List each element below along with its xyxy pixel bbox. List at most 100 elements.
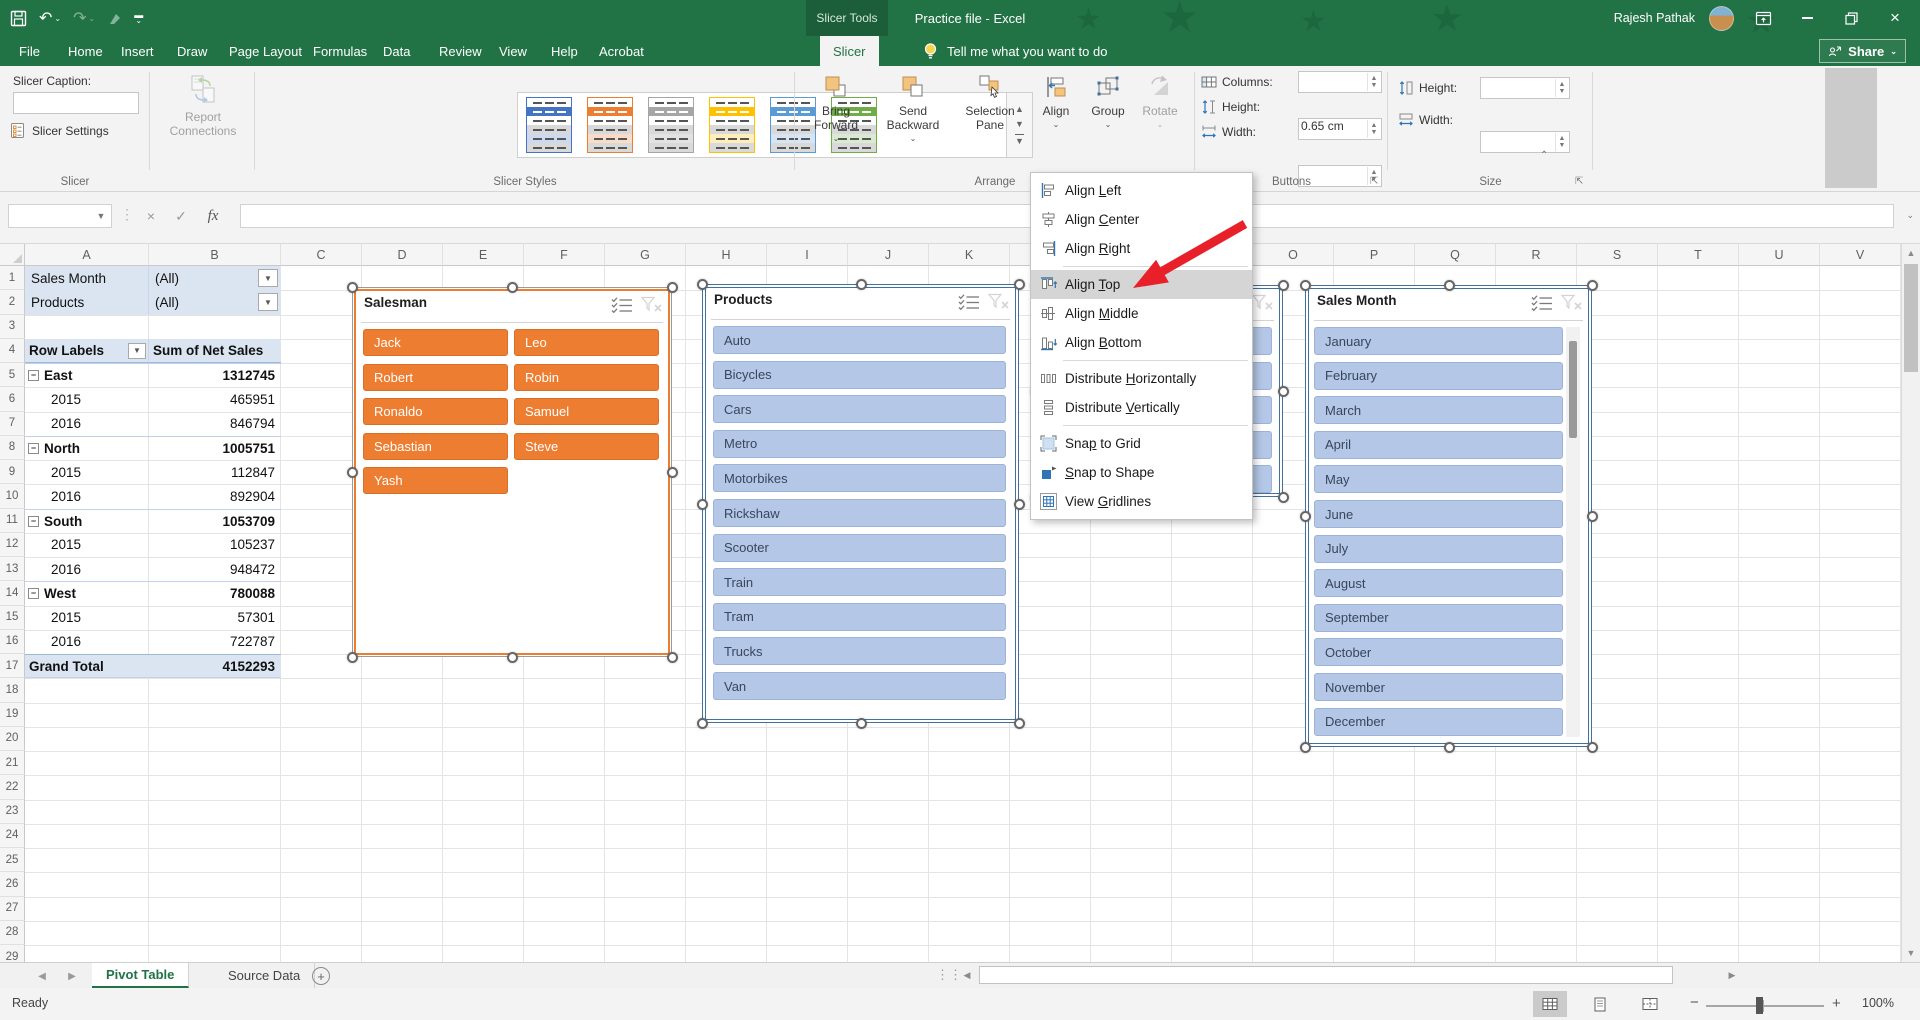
row-header-13[interactable]: 13 (0, 557, 25, 582)
selection-handle[interactable] (507, 652, 518, 663)
slicer-item-motorbikes[interactable]: Motorbikes (713, 464, 1006, 493)
pivot-row-value[interactable]: 780088 (149, 581, 281, 605)
multi-select-icon[interactable] (958, 293, 980, 316)
row-header-24[interactable]: 24 (0, 823, 25, 848)
tab-review[interactable]: Review (426, 36, 495, 66)
slicer-item-auto[interactable]: Auto (713, 326, 1006, 354)
menu-item-distribute-vertically[interactable]: Distribute Vertically (1031, 393, 1252, 422)
column-header-T[interactable]: T (1658, 244, 1739, 266)
selection-handle[interactable] (1300, 280, 1311, 291)
scroll-right-icon[interactable]: ▶ (1722, 965, 1742, 986)
selection-handle[interactable] (697, 718, 708, 729)
slicer-style-blue[interactable] (526, 97, 572, 153)
column-header-G[interactable]: G (605, 244, 686, 266)
selection-handle[interactable] (1278, 492, 1289, 503)
slicer-style-gray[interactable] (648, 97, 694, 153)
row-header-22[interactable]: 22 (0, 775, 25, 800)
pivot-row-label[interactable]: 2015 (25, 533, 149, 557)
row-header-11[interactable]: 11 (0, 508, 25, 533)
clear-filter-icon[interactable] (1251, 294, 1274, 316)
slicer-item-robert[interactable]: Robert (363, 363, 508, 391)
tab-view[interactable]: View (486, 36, 540, 66)
slicer-scroll-thumb[interactable] (1569, 341, 1577, 438)
slicer-salesman[interactable]: Salesman Jack Leo Robert Robin Ronaldo Samuel S… (347, 282, 678, 663)
selection-handle[interactable] (1300, 742, 1311, 753)
selection-handle[interactable] (697, 498, 708, 510)
collapse-ribbon-icon[interactable]: ⌃ (1540, 150, 1548, 161)
collapse-icon[interactable]: − (28, 370, 39, 382)
slicer-item-cars[interactable]: Cars (713, 395, 1006, 424)
slicer-item-robin[interactable]: Robin (514, 363, 659, 391)
row-header-1[interactable]: 1 (0, 266, 25, 291)
tab-formulas[interactable]: Formulas (300, 36, 380, 66)
multi-select-icon[interactable] (611, 296, 633, 319)
menu-item-align-bottom[interactable]: Align Bottom (1031, 328, 1252, 357)
zoom-slider-track[interactable] (1706, 1005, 1824, 1007)
slicer-item-tram[interactable]: Tram (713, 602, 1006, 631)
menu-item-align-center[interactable]: Align Center (1031, 205, 1252, 234)
row-header-14[interactable]: 14 (0, 581, 25, 606)
menu-item-align-middle[interactable]: Align Middle (1031, 299, 1252, 328)
row-header-15[interactable]: 15 (0, 605, 25, 630)
slicer-products[interactable]: Products Auto Bicycles Cars Metro Motorbikes R… (697, 279, 1025, 729)
row-header-12[interactable]: 12 (0, 532, 25, 557)
pivot-row-label[interactable]: 2016 (25, 557, 149, 581)
row-header-10[interactable]: 10 (0, 484, 25, 509)
row-header-19[interactable]: 19 (0, 702, 25, 727)
columns-input[interactable]: ▲ ▼ (1298, 71, 1382, 93)
close-button[interactable]: × (1880, 0, 1910, 36)
slicer-item-february[interactable]: February (1314, 361, 1563, 390)
pivot-row-value[interactable]: 105237 (149, 533, 281, 557)
pivot-values-header[interactable]: Sum of Net Sales (149, 338, 281, 363)
name-box-dropdown-icon[interactable]: ▼ (93, 207, 109, 225)
sheet-tab-source-data[interactable]: Source Data (214, 963, 316, 988)
normal-view-icon[interactable] (1533, 991, 1567, 1017)
pivot-row-label[interactable]: 2015 (25, 460, 149, 484)
page-break-view-icon[interactable] (1633, 991, 1667, 1017)
send-backward-button[interactable]: Send Backward ⌄ (875, 74, 951, 146)
column-header-R[interactable]: R (1496, 244, 1577, 266)
slicer-item-leo[interactable]: Leo (514, 329, 659, 356)
selection-handle[interactable] (1278, 386, 1289, 397)
row-header-25[interactable]: 25 (0, 848, 25, 873)
selection-handle[interactable] (1587, 280, 1598, 291)
collapse-icon[interactable]: − (28, 442, 39, 454)
tab-help[interactable]: Help (538, 36, 591, 66)
tab-data[interactable]: Data (370, 36, 423, 66)
clear-filter-icon[interactable] (1560, 294, 1583, 316)
selection-handle[interactable] (855, 718, 867, 729)
selection-handle[interactable] (667, 467, 678, 478)
selection-handle[interactable] (1014, 279, 1025, 290)
column-header-P[interactable]: P (1334, 244, 1415, 266)
pivot-filter-label[interactable]: Sales Month (25, 266, 149, 291)
pivot-filter-label[interactable]: Products (25, 290, 149, 315)
pivot-row-value[interactable]: 948472 (149, 557, 281, 581)
size-width-input[interactable]: ▲ ▼ (1480, 131, 1570, 153)
scroll-down-icon[interactable]: ▼ (1902, 944, 1920, 962)
column-header-C[interactable]: C (281, 244, 362, 266)
group-button[interactable]: Group ⌄ (1084, 74, 1132, 132)
pivot-row-label[interactable]: 2016 (25, 412, 149, 436)
selection-handle[interactable] (667, 652, 678, 663)
selection-handle[interactable] (1014, 718, 1025, 729)
tell-me-box[interactable]: Tell me what you want to do (922, 36, 1107, 66)
row-header-26[interactable]: 26 (0, 872, 25, 897)
pivot-row-label[interactable]: − East (25, 363, 149, 387)
pivot-row-label[interactable]: − North (25, 435, 149, 460)
pivot-row-value[interactable]: 892904 (149, 484, 281, 508)
pivot-row-value[interactable]: 722787 (149, 630, 281, 654)
selection-handle[interactable] (1443, 280, 1455, 291)
menu-item-snap-to-grid[interactable]: Snap to Grid (1031, 429, 1252, 458)
slicer-sales-month[interactable]: Sales Month January February March April May J… (1300, 280, 1598, 753)
selection-handle[interactable] (1587, 742, 1598, 753)
multi-select-icon[interactable] (1531, 294, 1553, 317)
tab-slicer[interactable]: Slicer (820, 36, 879, 66)
minimize-button[interactable] (1792, 0, 1822, 36)
avatar[interactable] (1709, 5, 1734, 31)
row-header-17[interactable]: 17 (0, 654, 25, 679)
pivot-row-value[interactable]: 846794 (149, 412, 281, 436)
slicer-item-van[interactable]: Van (713, 672, 1006, 700)
column-header-U[interactable]: U (1739, 244, 1820, 266)
column-header-O[interactable]: O (1253, 244, 1334, 266)
slicer-item-rickshaw[interactable]: Rickshaw (713, 499, 1006, 527)
